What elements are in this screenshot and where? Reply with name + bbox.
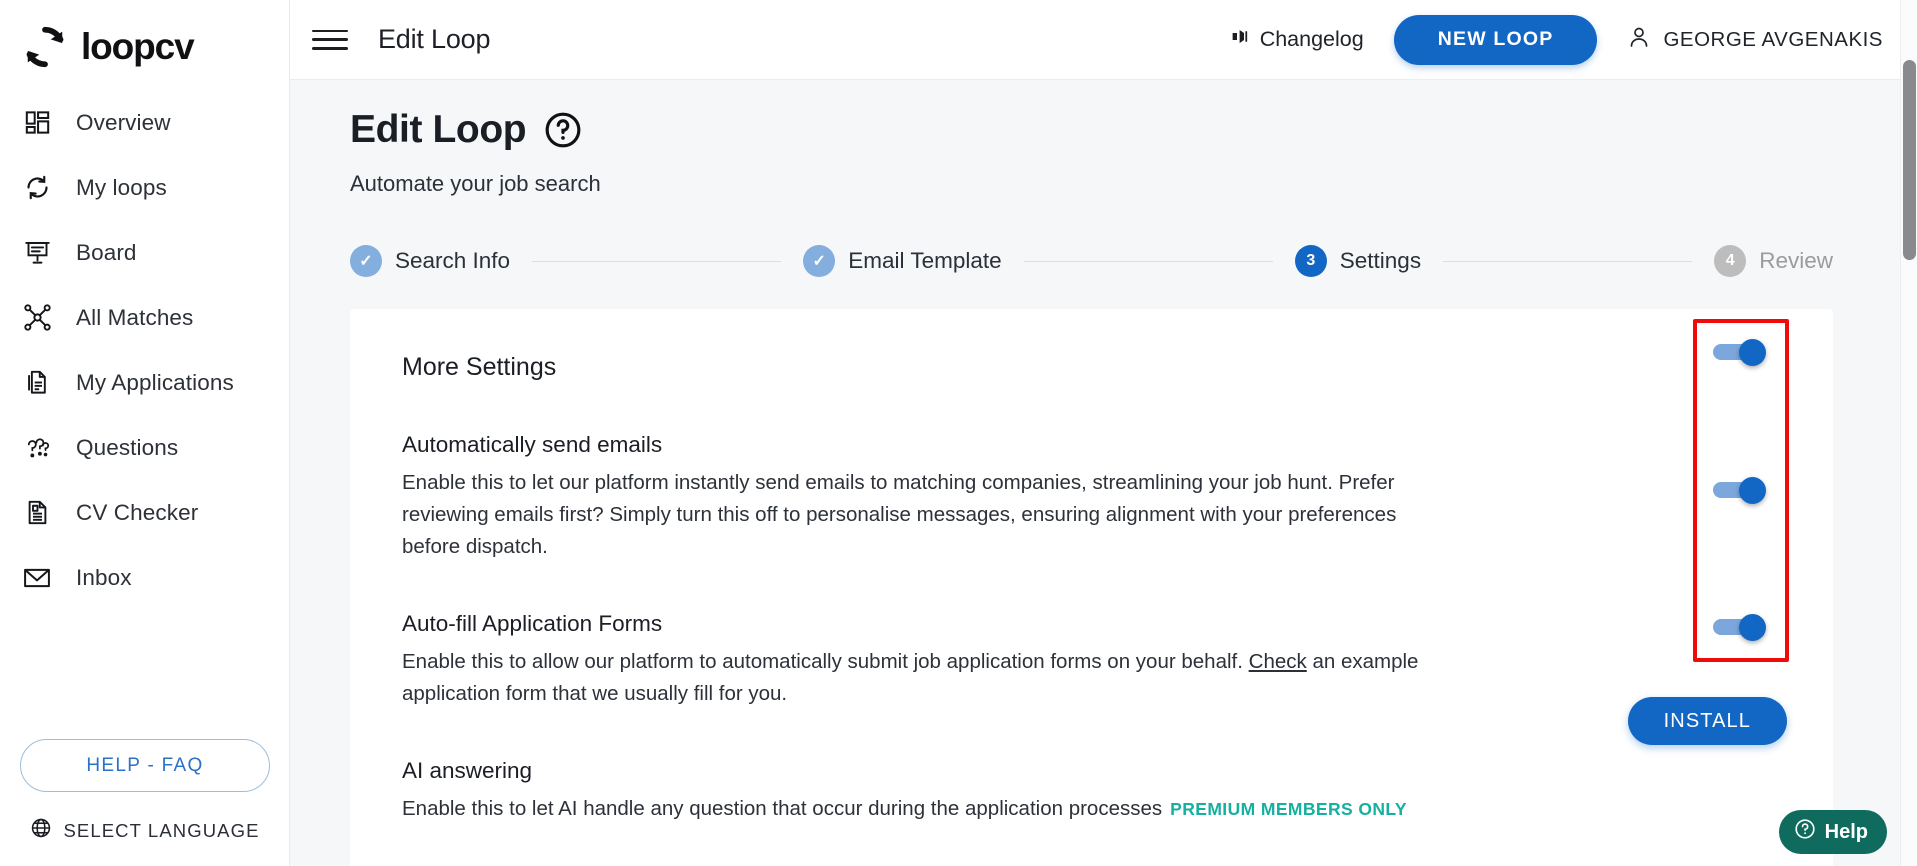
topbar-title: Edit Loop — [378, 24, 491, 54]
sidebar-item-label: My loops — [76, 174, 167, 200]
documents-icon — [20, 366, 54, 400]
sidebar-item-my-loops[interactable]: My loops — [0, 155, 289, 220]
presentation-board-icon — [20, 236, 54, 270]
question-marks-icon — [20, 431, 54, 465]
brand-name: loopcv — [81, 26, 195, 67]
sidebar-item-my-applications[interactable]: My Applications — [0, 350, 289, 415]
sidebar-item-label: Board — [76, 239, 137, 265]
install-button[interactable]: INSTALL — [1627, 697, 1787, 745]
sidebar: loopcv Overview My loops Board All Match… — [0, 0, 290, 866]
check-example-link[interactable]: Check — [1249, 650, 1307, 673]
hamburger-menu-icon[interactable] — [312, 26, 348, 54]
sidebar-nav: Overview My loops Board All Matches My A… — [0, 80, 289, 610]
main-area: Edit Loop Changelog NEW LOOP GEORGE AVGE… — [290, 0, 1917, 866]
changelog-label: Changelog — [1259, 27, 1364, 51]
stepper-step-settings[interactable]: 3 Settings — [1294, 245, 1422, 277]
help-faq-button[interactable]: HELP - FAQ — [20, 739, 270, 792]
topbar: Edit Loop Changelog NEW LOOP GEORGE AVGE… — [290, 0, 1917, 80]
question-mark-circle-icon[interactable] — [544, 111, 582, 149]
stepper-connector — [1443, 260, 1693, 262]
step-label: Review — [1759, 248, 1833, 273]
sidebar-item-questions[interactable]: Questions — [0, 415, 289, 480]
loop-refresh-icon — [22, 24, 68, 70]
sidebar-item-label: Questions — [76, 434, 179, 460]
sidebar-item-board[interactable]: Board — [0, 220, 289, 285]
user-name: GEORGE AVGENAKIS — [1663, 27, 1883, 51]
toggle-knob — [1739, 614, 1766, 641]
setting-name: Automatically send emails — [402, 432, 663, 457]
premium-badge: PREMIUM MEMBERS ONLY — [1170, 798, 1407, 819]
user-menu[interactable]: GEORGE AVGENAKIS — [1627, 25, 1883, 55]
step-bubble: ✓ — [350, 245, 382, 277]
new-loop-button[interactable]: NEW LOOP — [1393, 14, 1598, 65]
sidebar-item-label: My Applications — [76, 369, 234, 395]
page-title: Edit Loop — [350, 108, 527, 151]
brand-logo[interactable]: loopcv — [0, 0, 289, 80]
envelope-icon — [20, 561, 54, 595]
help-widget-button[interactable]: Help — [1778, 810, 1887, 854]
changelog-button[interactable]: Changelog — [1230, 26, 1364, 53]
stepper-connector — [532, 260, 782, 262]
megaphone-icon — [1230, 26, 1251, 53]
card-title: More Settings — [402, 353, 557, 381]
sidebar-footer: HELP - FAQ SELECT LANGUAGE — [0, 739, 290, 866]
sidebar-item-label: All Matches — [76, 304, 194, 330]
sidebar-item-inbox[interactable]: Inbox — [0, 545, 289, 610]
stepper-step-review[interactable]: 4 Review — [1714, 245, 1833, 277]
stepper-step-email-template[interactable]: ✓ Email Template — [803, 245, 1002, 277]
setting-description: Enable this to allow our platform to aut… — [402, 646, 1432, 710]
dashboard-grid-icon — [20, 106, 54, 140]
toggle-knob — [1739, 477, 1766, 504]
setting-text: Automatically send emails Enable this to… — [402, 432, 1432, 563]
topbar-right: Changelog NEW LOOP GEORGE AVGENAKIS — [1230, 14, 1883, 65]
page-scroll-area: Edit Loop Automate your job search ✓ Sea… — [290, 80, 1917, 866]
page-scrollbar[interactable] — [1900, 0, 1917, 866]
sidebar-item-cv-checker[interactable]: CV Checker — [0, 480, 289, 545]
setting-text: Auto-fill Application Forms Enable this … — [402, 611, 1432, 710]
setting-desc-text: Enable this to let AI handle any questio… — [402, 796, 1163, 820]
select-language-button[interactable]: SELECT LANGUAGE — [20, 817, 270, 844]
page-subtitle: Automate your job search — [350, 171, 601, 196]
setting-row-auto-fill-application-forms: Auto-fill Application Forms Enable this … — [350, 611, 1833, 710]
setting-text: AI answering Enable this to let AI handl… — [402, 758, 1407, 825]
network-nodes-icon — [20, 301, 54, 335]
sidebar-item-label: Overview — [76, 109, 171, 135]
toggle-ai-answering[interactable] — [1713, 614, 1769, 641]
page-title-row: Edit Loop — [350, 80, 1917, 152]
select-language-label: SELECT LANGUAGE — [63, 819, 260, 841]
step-bubble: 4 — [1714, 245, 1747, 277]
help-widget-label: Help — [1824, 820, 1868, 843]
question-mark-circle-icon — [1794, 818, 1816, 846]
app-root: loopcv Overview My loops Board All Match… — [0, 0, 1917, 866]
step-label: Search Info — [395, 248, 511, 273]
more-settings-card: More Settings Automatically send emails … — [350, 309, 1833, 866]
sidebar-item-overview[interactable]: Overview — [0, 90, 289, 155]
setting-desc-text: Enable this to allow our platform to aut… — [402, 649, 1249, 673]
page-scrollbar-thumb[interactable] — [1903, 60, 1916, 260]
setting-name: Auto-fill Application Forms — [402, 610, 663, 636]
stepper-step-search-info[interactable]: ✓ Search Info — [350, 245, 510, 277]
step-label: Email Template — [848, 248, 1002, 273]
setting-row-ai-answering: AI answering Enable this to let AI handl… — [350, 758, 1833, 825]
step-label: Settings — [1339, 248, 1422, 273]
toggle-automatically-send-emails[interactable] — [1713, 339, 1769, 366]
stepper: ✓ Search Info ✓ Email Template 3 Setting… — [350, 245, 1917, 277]
setting-name: AI answering — [402, 757, 533, 783]
sidebar-item-all-matches[interactable]: All Matches — [0, 285, 289, 350]
setting-desc-text: Enable this to let our platform instantl… — [402, 471, 1397, 558]
sidebar-item-label: Inbox — [76, 564, 132, 590]
cv-document-icon — [20, 496, 54, 530]
step-bubble: 3 — [1294, 245, 1327, 277]
setting-row-automatically-send-emails: Automatically send emails Enable this to… — [350, 432, 1833, 563]
toggle-auto-fill-application-forms[interactable] — [1713, 477, 1769, 504]
toggle-knob — [1739, 339, 1766, 366]
globe-icon — [30, 817, 52, 844]
setting-description: Enable this to let our platform instantl… — [402, 467, 1432, 563]
person-icon — [1627, 25, 1651, 55]
setting-description: Enable this to let AI handle any questio… — [402, 793, 1407, 825]
step-bubble: ✓ — [803, 245, 836, 277]
refresh-loop-icon — [20, 171, 54, 205]
sidebar-item-label: CV Checker — [76, 499, 199, 525]
stepper-connector — [1023, 260, 1273, 262]
